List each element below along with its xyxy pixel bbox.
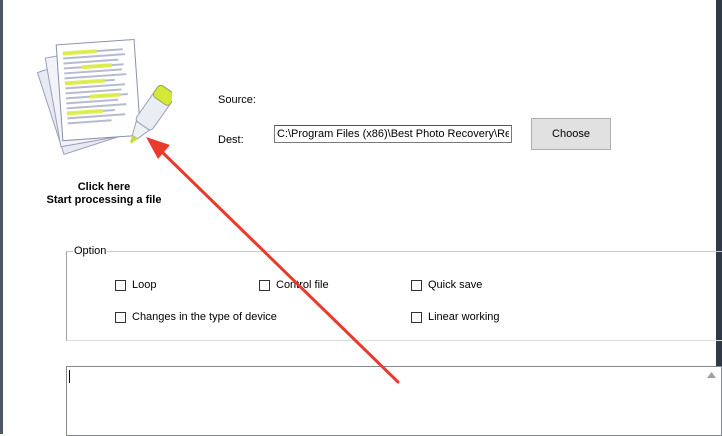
checkbox-label: Linear working (428, 311, 500, 323)
window-edge-left (0, 0, 3, 434)
text-caret (69, 370, 70, 383)
checkbox-label: Changes in the type of device (132, 311, 277, 323)
option-legend: Option (73, 245, 108, 257)
start-processing-text: Start processing a file (46, 194, 162, 206)
quick-save-checkbox[interactable]: Quick save (411, 279, 482, 291)
start-processing-link[interactable]: Click here Start processing a file (30, 181, 178, 207)
checkbox-label: Loop (132, 279, 157, 291)
document-highlighter-icon[interactable] (36, 34, 176, 164)
loop-checkbox[interactable]: Loop (115, 279, 156, 291)
checkbox-label: Control file (276, 279, 329, 291)
linear-working-checkbox[interactable]: Linear working (411, 311, 500, 323)
checkbox-box[interactable] (115, 279, 126, 291)
dest-path-input[interactable] (274, 125, 512, 143)
checkbox-label: Quick save (428, 279, 483, 291)
log-textarea[interactable] (66, 366, 722, 436)
dest-label: Dest: (218, 134, 244, 146)
checkbox-box[interactable] (411, 311, 422, 323)
checkbox-box[interactable] (115, 311, 126, 323)
scroll-up-arrow-icon[interactable] (704, 369, 718, 381)
checkbox-box[interactable] (259, 279, 270, 291)
source-label: Source: (218, 94, 256, 106)
device-type-change-checkbox[interactable]: Changes in the type of device (115, 311, 277, 323)
checkbox-box[interactable] (411, 279, 422, 291)
control-file-checkbox[interactable]: Control file (259, 279, 329, 291)
click-here-text: Click here (77, 181, 131, 193)
choose-button[interactable]: Choose (531, 118, 611, 150)
option-groupbox (66, 251, 722, 341)
